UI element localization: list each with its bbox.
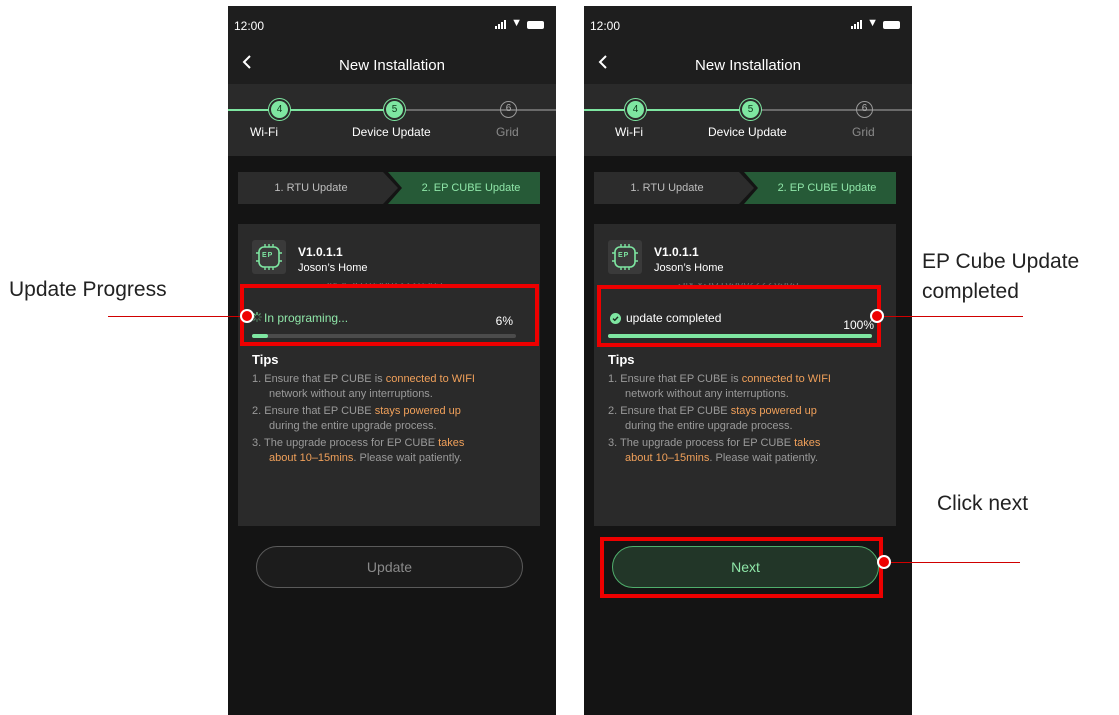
phone-screen-update-progress: 12:00 ▼ New Installation 4 5 6 Wi-Fi Dev… xyxy=(228,6,556,715)
tab-rtu-update[interactable]: 1. RTU Update xyxy=(594,172,754,204)
tab-rtu-update[interactable]: 1. RTU Update xyxy=(238,172,398,204)
tab-ep-cube-update[interactable]: 2. EP CUBE Update xyxy=(388,172,540,204)
status-bar: 12:00 ▼ xyxy=(584,6,912,42)
tip-2: 2. Ensure that EP CUBE stays powered up … xyxy=(252,405,461,432)
progress-callout-dot xyxy=(240,309,254,323)
tip-1: 1. Ensure that EP CUBE is connected to W… xyxy=(252,373,475,400)
step-progress-line xyxy=(584,109,741,111)
ep-cube-device-icon: EP xyxy=(608,240,642,274)
device-icon-text: EP xyxy=(618,252,630,259)
step-6-circle: 6 xyxy=(500,101,517,118)
tip-2: 2. Ensure that EP CUBE stays powered up … xyxy=(608,405,817,432)
step-remaining-line xyxy=(741,109,912,111)
update-button[interactable]: Update xyxy=(256,546,523,588)
firmware-version: V1.0.1.1 xyxy=(654,245,699,259)
completed-callout-dot xyxy=(870,309,884,323)
status-icons: ▼ xyxy=(495,18,544,29)
tips-title: Tips xyxy=(608,352,635,367)
device-name: Joson’s Home xyxy=(654,262,724,274)
device-update-card: EP V1.0.1.1 Joson’s Home SN:VSU163002222… xyxy=(238,224,540,526)
battery-icon xyxy=(883,21,900,29)
step-progress-line xyxy=(228,109,385,111)
battery-icon xyxy=(527,21,544,29)
device-name: Joson’s Home xyxy=(298,262,368,274)
completed-callout-line xyxy=(878,316,1023,317)
wifi-icon: ▼ xyxy=(867,17,878,29)
phone-screen-update-completed: 12:00 ▼ New Installation 4 5 6 Wi-Fi Dev… xyxy=(584,6,912,715)
completed-highlight-box xyxy=(597,285,881,347)
step-5-circle: 5 xyxy=(742,101,759,118)
tip-3: 3. The upgrade process for EP CUBE takes… xyxy=(608,437,821,464)
update-tabs: 1. RTU Update 2. EP CUBE Update xyxy=(594,172,896,204)
page-title: New Installation xyxy=(695,57,801,74)
step-4-label: Wi-Fi xyxy=(615,125,643,139)
page-title: New Installation xyxy=(339,57,445,74)
tab-ep-cube-update[interactable]: 2. EP CUBE Update xyxy=(744,172,896,204)
step-5-circle: 5 xyxy=(386,101,403,118)
tip-1: 1. Ensure that EP CUBE is connected to W… xyxy=(608,373,831,400)
step-6-circle: 6 xyxy=(856,101,873,118)
device-icon-text: EP xyxy=(262,252,274,259)
status-icons: ▼ xyxy=(851,18,900,29)
installation-stepper: 4 5 6 Wi-Fi Device Update Grid xyxy=(228,84,556,156)
annotation-update-progress: Update Progress xyxy=(9,278,167,301)
annotation-ep-cube-update-line2: completed xyxy=(922,280,1019,303)
status-time: 12:00 xyxy=(234,19,265,33)
tip-3: 3. The upgrade process for EP CUBE takes… xyxy=(252,437,465,464)
signal-icon xyxy=(495,20,507,29)
tips-title: Tips xyxy=(252,352,279,367)
next-highlight-box xyxy=(600,537,883,598)
signal-icon xyxy=(851,20,863,29)
nav-bar: New Installation xyxy=(584,42,912,84)
step-4-circle: 4 xyxy=(627,101,644,118)
next-callout-dot xyxy=(877,555,891,569)
nav-bar: New Installation xyxy=(228,42,556,84)
step-5-label: Device Update xyxy=(708,125,787,139)
update-tabs: 1. RTU Update 2. EP CUBE Update xyxy=(238,172,540,204)
wifi-icon: ▼ xyxy=(511,17,522,29)
status-bar: 12:00 ▼ xyxy=(228,6,556,42)
firmware-version: V1.0.1.1 xyxy=(298,245,343,259)
device-update-card: EP V1.0.1.1 Joson’s Home SN:VSU163002222… xyxy=(594,224,896,526)
progress-callout-line xyxy=(108,316,248,317)
step-5-label: Device Update xyxy=(352,125,431,139)
status-time: 12:00 xyxy=(590,19,621,33)
progress-highlight-box xyxy=(240,284,539,346)
next-callout-line xyxy=(885,562,1020,563)
installation-stepper: 4 5 6 Wi-Fi Device Update Grid xyxy=(584,84,912,156)
step-4-label: Wi-Fi xyxy=(250,125,278,139)
annotation-ep-cube-update-line1: EP Cube Update xyxy=(922,250,1080,273)
step-4-circle: 4 xyxy=(271,101,288,118)
step-6-label: Grid xyxy=(852,125,875,139)
step-6-label: Grid xyxy=(496,125,519,139)
annotation-click-next: Click next xyxy=(937,492,1029,515)
step-remaining-line xyxy=(385,109,556,111)
ep-cube-device-icon: EP xyxy=(252,240,286,274)
